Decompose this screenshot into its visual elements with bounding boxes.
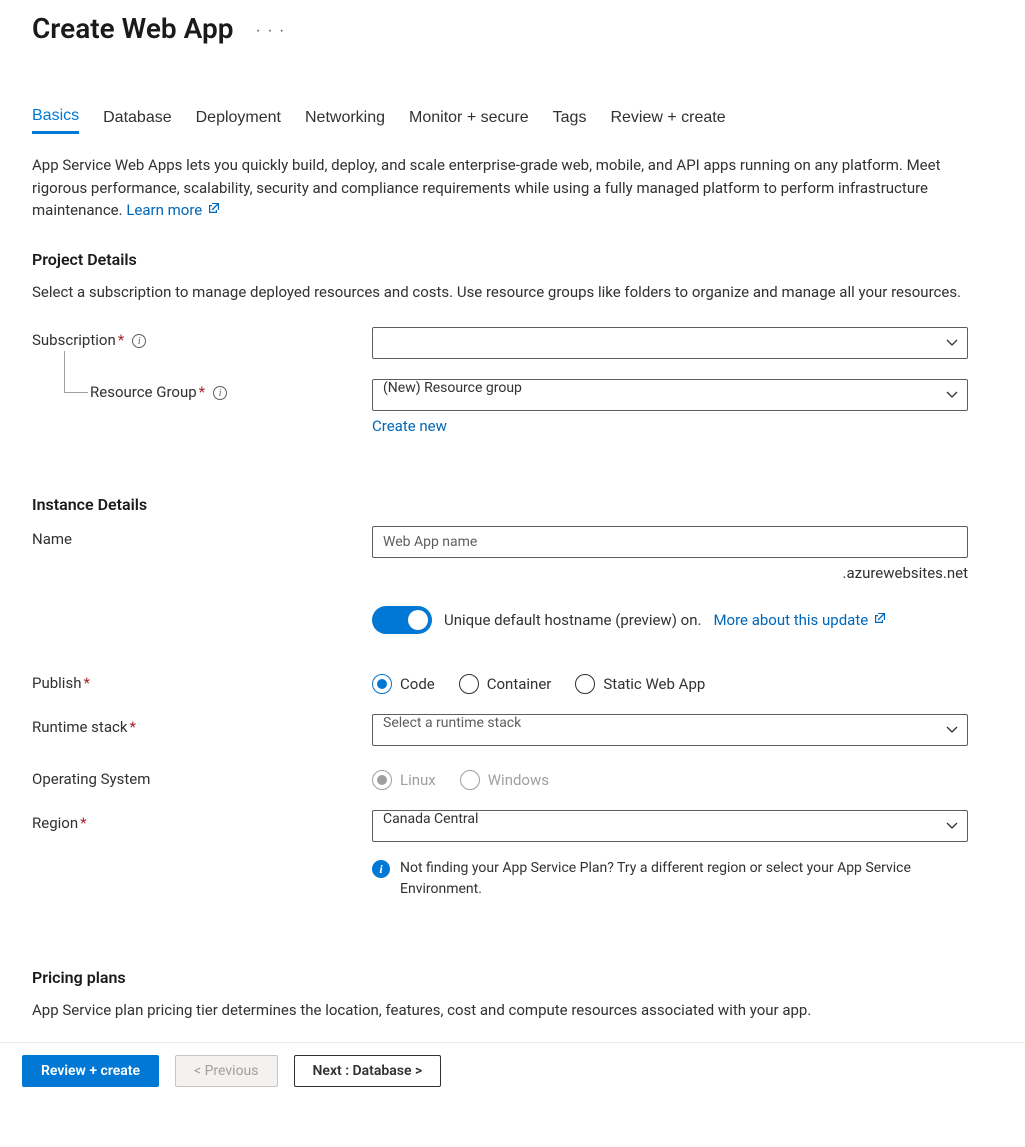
publish-label: Publish* <box>32 670 372 692</box>
operating-system-label: Operating System <box>32 766 372 788</box>
previous-button: < Previous <box>175 1055 277 1087</box>
runtime-stack-select[interactable]: Select a runtime stack <box>372 714 968 746</box>
hostname-more-label: More about this update <box>713 611 868 629</box>
name-label: Name <box>32 526 372 548</box>
section-instance-details-title: Instance Details <box>32 495 993 514</box>
learn-more-label: Learn more <box>126 201 202 219</box>
unique-hostname-toggle[interactable] <box>372 606 432 634</box>
resource-group-label: Resource Group* i <box>32 379 372 401</box>
info-icon[interactable]: i <box>132 334 146 348</box>
region-label: Region* <box>32 810 372 832</box>
publish-option-static-web-app[interactable]: Static Web App <box>575 674 705 694</box>
intro-text: App Service Web Apps lets you quickly bu… <box>32 154 992 222</box>
external-link-icon <box>208 198 220 210</box>
wizard-footer: Review + create < Previous Next : Databa… <box>0 1042 1025 1105</box>
tab-networking[interactable]: Networking <box>305 101 385 134</box>
info-icon: i <box>372 860 390 878</box>
create-new-resource-group-link[interactable]: Create new <box>372 417 447 435</box>
info-icon[interactable]: i <box>213 386 227 400</box>
region-note: Not finding your App Service Plan? Try a… <box>400 858 968 900</box>
tab-monitor-secure[interactable]: Monitor + secure <box>409 101 529 134</box>
subscription-label: Subscription* i <box>32 327 372 349</box>
runtime-stack-label: Runtime stack* <box>32 714 372 736</box>
publish-option-code[interactable]: Code <box>372 674 435 694</box>
page-title: Create Web App <box>32 12 233 45</box>
tab-database[interactable]: Database <box>103 101 172 134</box>
tab-bar: Basics Database Deployment Networking Mo… <box>32 101 993 134</box>
more-actions-button[interactable]: · · · <box>249 19 291 43</box>
unique-hostname-label: Unique default hostname (preview) on. <box>444 611 701 629</box>
region-select[interactable]: Canada Central <box>372 810 968 842</box>
section-project-details-desc: Select a subscription to manage deployed… <box>32 281 992 304</box>
review-create-button[interactable]: Review + create <box>22 1055 159 1087</box>
web-app-name-input[interactable] <box>372 526 968 558</box>
tab-review-create[interactable]: Review + create <box>610 101 725 134</box>
section-pricing-title: Pricing plans <box>32 968 993 987</box>
os-radio-group: Linux Windows <box>372 766 968 790</box>
section-project-details-title: Project Details <box>32 250 993 269</box>
publish-option-container[interactable]: Container <box>459 674 552 694</box>
os-option-windows: Windows <box>460 770 549 790</box>
publish-radio-group: Code Container Static Web App <box>372 670 968 694</box>
hostname-more-link[interactable]: More about this update <box>713 611 886 629</box>
subscription-select[interactable] <box>372 327 968 359</box>
radio-icon <box>372 770 392 790</box>
os-option-linux: Linux <box>372 770 436 790</box>
resource-group-select[interactable]: (New) Resource group <box>372 379 968 411</box>
learn-more-link[interactable]: Learn more <box>126 201 220 219</box>
tab-deployment[interactable]: Deployment <box>196 101 281 134</box>
radio-icon <box>459 674 479 694</box>
domain-suffix: .azurewebsites.net <box>372 564 968 582</box>
external-link-icon <box>874 610 886 622</box>
section-pricing-desc: App Service plan pricing tier determines… <box>32 999 992 1022</box>
radio-icon <box>575 674 595 694</box>
next-button[interactable]: Next : Database > <box>294 1055 442 1087</box>
radio-icon <box>372 674 392 694</box>
tab-basics[interactable]: Basics <box>32 101 79 134</box>
radio-icon <box>460 770 480 790</box>
tab-tags[interactable]: Tags <box>553 101 587 134</box>
